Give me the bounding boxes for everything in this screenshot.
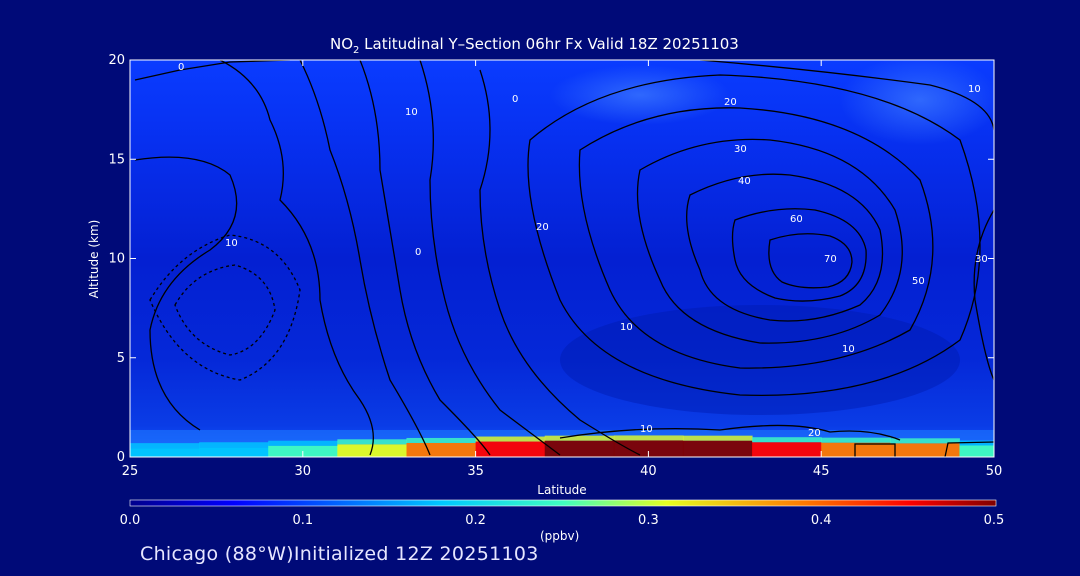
surface-cell [199,447,269,457]
colorbar [129,499,997,507]
x-tick-label: 35 [467,464,484,479]
x-axis-label: Latitude [537,483,586,497]
contour-label: 10 [968,84,981,95]
y-tick-label: 20 [108,53,125,68]
y-tick-label: 0 [117,450,125,465]
surface-cell [821,442,891,457]
contour-label: 30 [975,254,988,265]
colorbar-tick-label: 0.0 [120,513,141,528]
surface-cell-edge [130,443,200,449]
surface-cell-edge [475,436,546,442]
contour-label: 10 [225,238,238,249]
x-tick-label: 45 [813,464,830,479]
contour-label: 60 [790,214,803,225]
surface-cell-edge [682,435,753,441]
field-upper-center-maximum [550,65,730,125]
chart-figure: 0 0 10 10 0 20 10 20 30 40 60 70 50 10 3… [87,35,1005,543]
colorbar-tick-label: 0.1 [292,513,313,528]
x-tick-label: 25 [122,464,139,479]
surface-cell [130,448,200,457]
surface-cell [959,445,994,457]
contour-label: 50 [912,276,925,287]
surface-cell [682,440,753,457]
surface-cell [890,443,960,457]
surface-cell-edge [337,439,407,445]
surface-cell-edge [613,435,684,441]
surface-cell-edge [199,442,269,448]
colorbar-tick-label: 0.2 [465,513,486,528]
contour-label: 0 [512,94,518,105]
field-upper-right-maximum [840,60,994,145]
contour-label: 10 [842,344,855,355]
colorbar-tick-label: 0.4 [811,513,832,528]
colorbar-units: (ppbv) [540,529,579,543]
footer-caption: Chicago (88°W)Initialized 12Z 20251103 [140,543,539,565]
contour-label: 20 [808,428,821,439]
contour-label: 10 [640,424,653,435]
y-axis-label: Altitude (km) [87,220,101,299]
contour-label: 10 [405,107,418,118]
y-tick-label: 15 [108,152,125,167]
surface-cell [544,440,615,457]
x-tick-label: 40 [640,464,657,479]
colorbar-tick-label: 0.5 [984,513,1005,528]
surface-cell [752,442,822,457]
contour-label: 20 [724,97,737,108]
y-tick-label: 10 [108,252,125,267]
y-tick-label: 5 [117,351,125,366]
contour-label: 0 [415,247,421,258]
x-tick-label: 30 [295,464,312,479]
surface-cell-edge [821,437,891,443]
surface-cell-edge [544,435,615,441]
contour-label: 30 [734,144,747,155]
chart-title: NO2 Latitudinal Y–Section 06hr Fx Valid … [330,35,739,56]
contour-label: 0 [178,62,184,73]
colorbar-ticks: 0.0 0.1 0.2 0.3 0.4 0.5 [120,513,1005,528]
contour-label: 20 [536,222,549,233]
contour-label: 40 [738,176,751,187]
contour-label: 10 [620,322,633,333]
x-tick-label: 50 [986,464,1003,479]
surface-cell [406,442,477,457]
colorbar-tick-label: 0.3 [638,513,659,528]
contour-label: 70 [824,254,837,265]
surface-cell-edge [268,440,338,446]
surface-cell-edge [406,437,477,443]
